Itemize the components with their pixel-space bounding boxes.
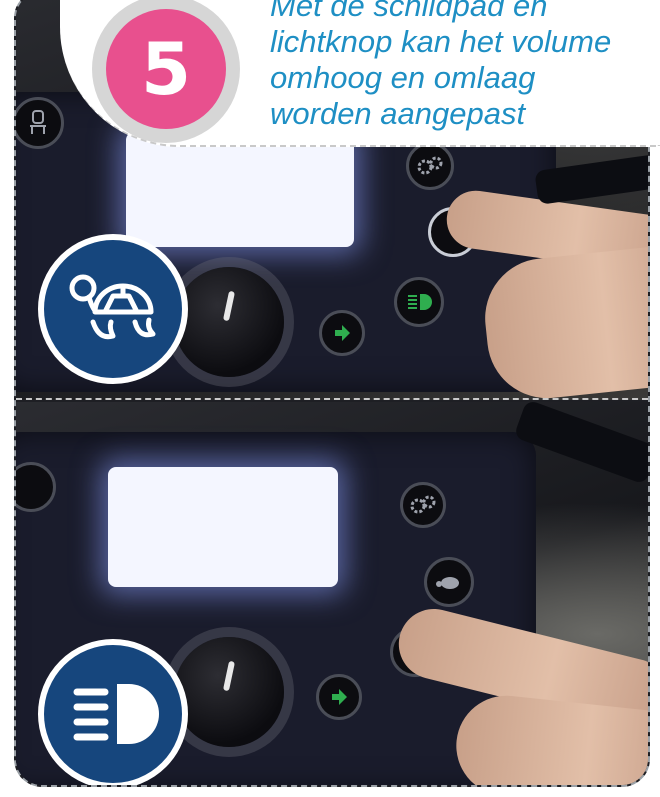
display-screen xyxy=(108,467,338,587)
arrow-right-icon xyxy=(335,325,350,341)
settings-button xyxy=(406,142,454,190)
settings-button xyxy=(400,482,446,528)
instruction-line-3: omhoog en omlaag xyxy=(270,60,536,95)
turtle-icon xyxy=(69,274,156,340)
light-button xyxy=(394,277,444,327)
step-number: 5 xyxy=(140,27,192,111)
photo-divider xyxy=(16,398,648,400)
instruction-text: Met de schildpad en lichtknop kan het vo… xyxy=(270,0,650,132)
gears-icon xyxy=(410,495,436,514)
step-badge: 5 xyxy=(106,9,226,129)
instruction-line-2: lichtknop kan het volume xyxy=(270,24,612,59)
light-icon xyxy=(408,294,432,310)
gears-icon xyxy=(417,156,443,175)
speed-knob xyxy=(174,267,284,377)
speed-knob xyxy=(174,637,284,747)
headlight-icon xyxy=(73,684,159,744)
turtle-badge xyxy=(38,234,188,384)
light-badge xyxy=(38,639,188,785)
arrow-right-icon xyxy=(332,689,347,705)
display-screen xyxy=(126,132,354,247)
turtle-button xyxy=(424,557,474,607)
turtle-small-icon xyxy=(436,577,459,589)
instruction-line-4: worden aangepast xyxy=(270,96,526,131)
horn-arrow-button xyxy=(319,310,365,356)
instruction-line-1: Met de schildpad en xyxy=(270,0,548,23)
horn-arrow-button xyxy=(316,674,362,720)
seat-icon xyxy=(30,110,46,134)
